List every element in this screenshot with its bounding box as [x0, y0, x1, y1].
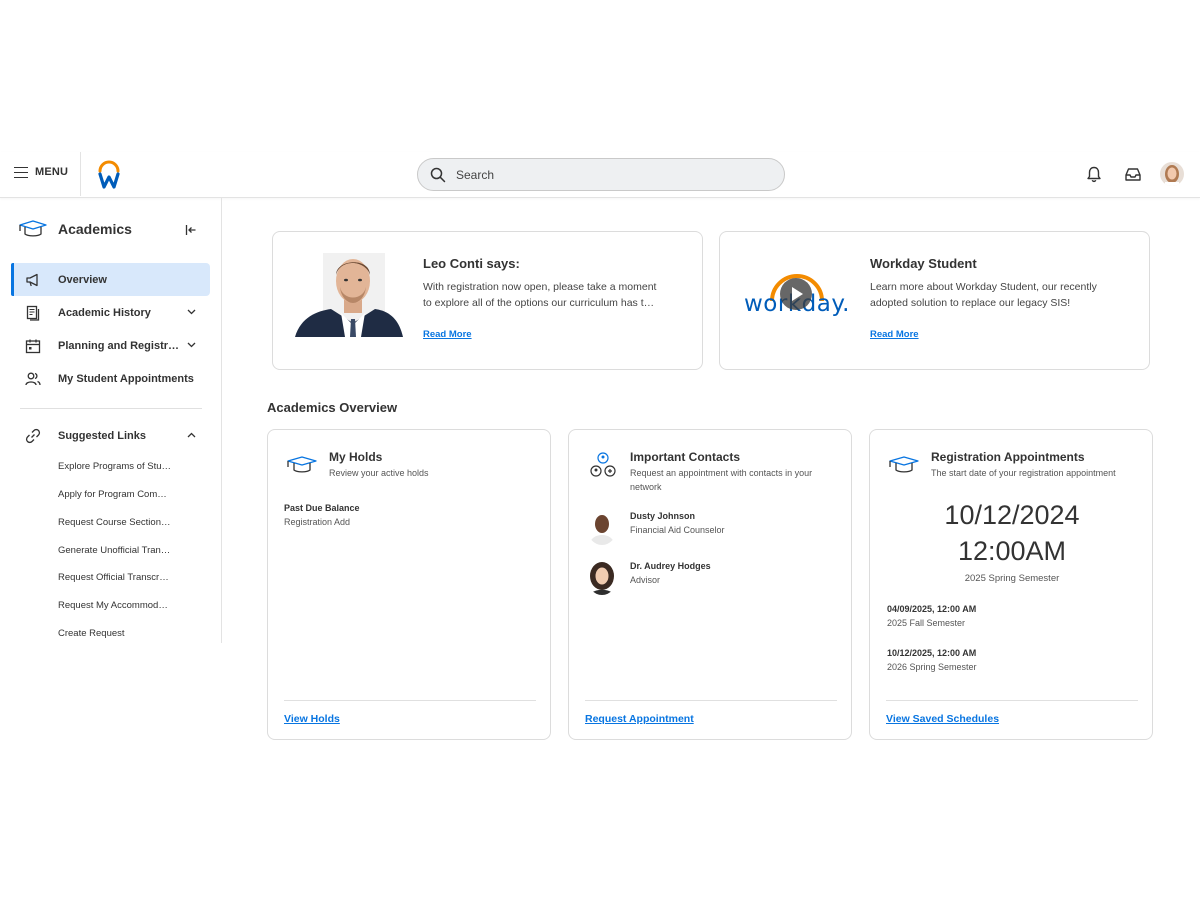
section-title: Academics Overview — [267, 400, 398, 415]
promo-body-line: Learn more about Workday Student, our re… — [870, 281, 1097, 293]
menu-label: MENU — [35, 166, 69, 178]
sidebar: Academics Overview Academic History Plan… — [0, 198, 222, 643]
chevron-up-icon[interactable] — [187, 432, 196, 438]
promo-body-line: adopted solution to replace our legacy S… — [870, 297, 1071, 309]
sidebar-title: Academics — [58, 221, 132, 237]
registration-appointments-card: Registration Appointments The start date… — [869, 429, 1153, 740]
promo-body: Learn more about Workday Student, our re… — [870, 279, 1132, 311]
graduation-cap-icon — [19, 220, 47, 237]
graduation-cap-icon — [889, 456, 919, 473]
view-saved-schedules-link[interactable]: View Saved Schedules — [886, 713, 999, 725]
card-subtitle: The start date of your registration appo… — [931, 468, 1116, 478]
document-history-icon — [26, 305, 40, 321]
inbox-icon[interactable] — [1124, 167, 1142, 182]
sidebar-item-label: Academic History — [58, 306, 151, 319]
logo-divider — [80, 152, 81, 196]
hold-title[interactable]: Past Due Balance — [284, 503, 360, 513]
top-bar: MENU Search — [0, 152, 1200, 198]
suggested-links-title: Suggested Links — [58, 429, 147, 442]
registration-semester: 2025 Spring Semester — [964, 573, 1060, 584]
play-icon[interactable] — [779, 277, 813, 311]
sidebar-header: Academics — [18, 220, 132, 238]
search-placeholder: Search — [456, 167, 495, 182]
card-title: Registration Appointments — [931, 450, 1085, 464]
search-icon — [430, 167, 446, 182]
important-contacts-card: Important Contacts Request an appointmen… — [568, 429, 852, 740]
card-subtitle: Review your active holds — [329, 468, 429, 478]
contact-item[interactable]: Dr. Audrey Hodges Advisor — [585, 561, 835, 601]
contact-item[interactable]: Dusty Johnson Financial Aid Counselor — [585, 511, 835, 551]
contact-name: Dusty Johnson — [630, 511, 696, 521]
appointment-datetime: 04/09/2025, 12:00 AM — [887, 604, 977, 614]
contact-role: Financial Aid Counselor — [630, 525, 725, 535]
promo-title: Leo Conti says: — [423, 256, 520, 271]
view-holds-link[interactable]: View Holds — [284, 713, 340, 725]
suggested-link[interactable]: Request Course Section… — [58, 517, 170, 528]
suggested-link[interactable]: Request Official Transcr… — [58, 572, 169, 583]
sidebar-item-academic-history[interactable]: Academic History — [11, 296, 210, 329]
appointment-semester: 2025 Fall Semester — [887, 618, 966, 628]
link-icon — [25, 428, 41, 443]
people-icon — [25, 372, 41, 385]
hold-subtitle: Registration Add — [284, 517, 351, 527]
chevron-down-icon[interactable] — [187, 309, 196, 315]
search-bar[interactable]: Search — [417, 158, 785, 191]
workday-video-thumbnail[interactable]: workday. — [742, 253, 852, 337]
contact-name: Dr. Audrey Hodges — [630, 561, 711, 571]
promo-card-leo-conti: Leo Conti says: With registration now op… — [272, 231, 703, 370]
sidebar-divider — [20, 408, 202, 409]
registration-time: 12:00AM — [957, 536, 1067, 566]
suggested-links-header[interactable]: Suggested Links — [11, 419, 210, 452]
card-title: My Holds — [329, 450, 383, 464]
workday-logo-icon[interactable] — [97, 160, 121, 190]
sidebar-item-overview[interactable]: Overview — [11, 263, 210, 296]
promo-title: Workday Student — [870, 256, 977, 271]
contact-photo — [587, 511, 617, 545]
leo-conti-photo — [295, 253, 405, 337]
promo-card-workday-student: workday. Workday Student Learn more abou… — [719, 231, 1150, 370]
sidebar-item-label: Overview — [58, 273, 107, 286]
promo-body: With registration now open, please take … — [423, 279, 685, 311]
card-divider — [585, 700, 837, 701]
user-avatar[interactable] — [1160, 162, 1184, 186]
promo-body-line: to explore all of the options our curric… — [423, 297, 655, 309]
suggested-link[interactable]: Create Request — [58, 628, 125, 639]
notifications-bell-icon[interactable] — [1086, 166, 1102, 183]
collapse-sidebar-icon[interactable] — [185, 224, 197, 236]
contact-role: Advisor — [630, 575, 661, 585]
card-divider — [886, 700, 1138, 701]
card-subtitle: Request an appointment with contacts in … — [630, 468, 813, 492]
contact-photo — [587, 561, 617, 595]
chevron-down-icon[interactable] — [187, 342, 196, 348]
read-more-link[interactable]: Read More — [423, 329, 472, 340]
read-more-link[interactable]: Read More — [870, 329, 919, 340]
contacts-network-icon — [590, 452, 616, 477]
suggested-link[interactable]: Explore Programs of Stu… — [58, 461, 171, 472]
sidebar-item-label: My Student Appointments — [58, 372, 194, 385]
suggested-link[interactable]: Generate Unofficial Tran… — [58, 545, 170, 556]
promo-body-line: With registration now open, please take … — [423, 281, 657, 293]
sidebar-item-planning-registration[interactable]: Planning and Registr… — [11, 329, 210, 362]
registration-date: 10/12/2024 — [944, 500, 1080, 530]
hamburger-icon — [14, 166, 28, 178]
appointment-semester: 2026 Spring Semester — [887, 662, 977, 672]
card-divider — [284, 700, 536, 701]
suggested-link[interactable]: Apply for Program Com… — [58, 489, 167, 500]
my-holds-card: My Holds Review your active holds Past D… — [267, 429, 551, 740]
sidebar-item-student-appointments[interactable]: My Student Appointments — [11, 362, 210, 395]
suggested-link[interactable]: Request My Accommod… — [58, 600, 168, 611]
calendar-icon — [25, 339, 41, 353]
menu-button[interactable]: MENU — [14, 166, 68, 178]
request-appointment-link[interactable]: Request Appointment — [585, 713, 694, 725]
megaphone-icon — [26, 273, 38, 286]
graduation-cap-icon — [287, 456, 317, 473]
card-title: Important Contacts — [630, 450, 741, 464]
sidebar-item-label: Planning and Registr… — [58, 339, 180, 352]
appointment-datetime: 10/12/2025, 12:00 AM — [887, 648, 977, 658]
